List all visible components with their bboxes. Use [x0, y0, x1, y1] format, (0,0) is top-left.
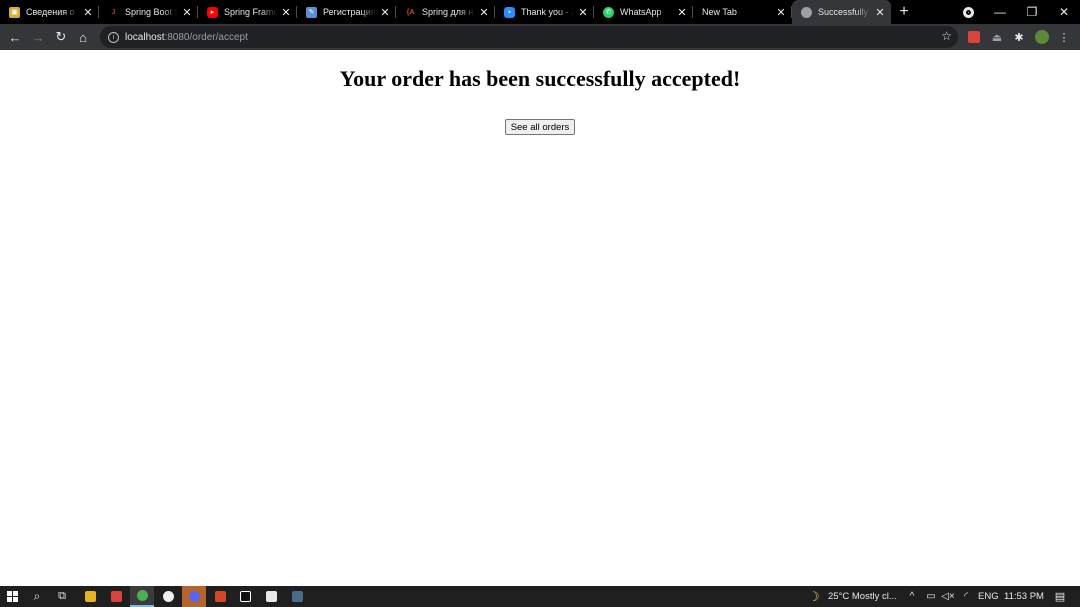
- tab-8[interactable]: New Tab ✕: [693, 0, 792, 24]
- youtube-icon: ▸: [207, 6, 218, 18]
- globe-icon: [801, 6, 812, 18]
- show-hidden-icons[interactable]: ^: [903, 586, 921, 607]
- search-icon[interactable]: ⌕: [25, 586, 49, 607]
- reload-icon[interactable]: ↻: [50, 26, 72, 48]
- task-view-icon[interactable]: ⧉: [50, 586, 74, 607]
- close-icon[interactable]: ✕: [873, 5, 887, 19]
- tab-title: Регистрация и: [323, 7, 376, 17]
- chrome-icon[interactable]: [130, 586, 154, 607]
- extension-red-icon[interactable]: [965, 28, 983, 46]
- tab-3[interactable]: ▸ Spring Framew ✕: [198, 0, 297, 24]
- language-indicator[interactable]: ENG: [978, 586, 999, 607]
- volume-muted-icon[interactable]: ◁×: [939, 586, 957, 607]
- browser-toolbar: ← → ↻ ⌂ i localhost :8080/order/accept ☆…: [0, 24, 1080, 50]
- url-path: :8080/order/accept: [164, 31, 248, 43]
- store-icon[interactable]: [259, 586, 283, 607]
- see-all-orders-button[interactable]: See all orders: [505, 119, 575, 135]
- url-host: localhost: [125, 31, 165, 43]
- close-icon[interactable]: ✕: [180, 5, 194, 19]
- app-image-icon[interactable]: [285, 586, 309, 607]
- forward-icon[interactable]: →: [27, 26, 49, 48]
- app-red-icon[interactable]: [104, 586, 128, 607]
- tab-title: Spring Boot S: [125, 7, 178, 17]
- windows-start-icon[interactable]: [0, 586, 24, 607]
- weather-moon-icon[interactable]: ☽: [802, 586, 826, 607]
- tab-1[interactable]: ▣ Сведения о за ✕: [0, 0, 99, 24]
- bookmark-star-icon[interactable]: ☆: [941, 29, 952, 43]
- tab-6[interactable]: ▪ Thank you - Zo ✕: [495, 0, 594, 24]
- page-content: Your order has been successfully accepte…: [0, 50, 1080, 586]
- profile-icon[interactable]: [952, 0, 984, 24]
- weather-text[interactable]: 25°C Mostly cl...: [828, 586, 897, 607]
- javarush-icon: J: [111, 8, 116, 16]
- new-tab-button[interactable]: +: [891, 0, 917, 24]
- extensions-puzzle-icon[interactable]: ✱: [1010, 28, 1028, 46]
- home-icon[interactable]: ⌂: [72, 26, 94, 48]
- powerpoint-icon[interactable]: [208, 586, 232, 607]
- tab-title: Successfully ac: [818, 7, 871, 17]
- extension-gray-icon[interactable]: ⏏: [988, 28, 1006, 46]
- restore-icon[interactable]: ❐: [1016, 0, 1048, 24]
- close-window-icon[interactable]: ✕: [1048, 0, 1080, 24]
- image-icon: ▣: [9, 6, 20, 18]
- notifications-icon[interactable]: ▤: [1048, 586, 1072, 607]
- tab-title: Сведения о за: [26, 7, 79, 17]
- page-title: Your order has been successfully accepte…: [339, 66, 741, 91]
- tab-strip: ▣ Сведения о за ✕ J Spring Boot S ✕ ▸ Sp…: [0, 0, 1080, 24]
- close-icon[interactable]: ✕: [675, 5, 689, 19]
- tab-5[interactable]: {A Spring для на ✕: [396, 0, 495, 24]
- close-icon[interactable]: ✕: [477, 5, 491, 19]
- whatsapp-icon: ✆: [603, 6, 614, 18]
- close-icon[interactable]: ✕: [279, 5, 293, 19]
- close-icon[interactable]: ✕: [378, 5, 392, 19]
- tab-title: Spring Framew: [224, 7, 277, 17]
- address-bar[interactable]: i localhost :8080/order/accept ☆: [100, 26, 958, 48]
- close-icon[interactable]: ✕: [81, 5, 95, 19]
- tab-title: Spring для на: [422, 7, 475, 17]
- tab-2[interactable]: J Spring Boot S ✕: [99, 0, 198, 24]
- menu-kebab-icon[interactable]: ⋮: [1055, 28, 1073, 46]
- taskbar: ⌕ ⧉ ☽ 25°C Mostly cl... ^ ▭ ◁× ◜ ENG 11:…: [0, 586, 1080, 607]
- file-explorer-icon[interactable]: [78, 586, 102, 607]
- tab-title: Thank you - Zo: [521, 7, 574, 17]
- feather-icon: ✎: [306, 6, 317, 18]
- tab-9-active[interactable]: Successfully ac ✕: [792, 0, 891, 24]
- minimize-icon[interactable]: —: [984, 0, 1016, 24]
- profile-avatar[interactable]: [1033, 28, 1051, 46]
- intellij-icon[interactable]: [233, 586, 257, 607]
- close-icon[interactable]: ✕: [774, 5, 788, 19]
- clock[interactable]: 11:53 PM: [1004, 586, 1044, 607]
- spring-icon: {A: [406, 8, 415, 16]
- wifi-icon[interactable]: ◜: [957, 586, 975, 607]
- back-icon[interactable]: ←: [4, 26, 26, 48]
- tab-title: New Tab: [702, 7, 737, 17]
- tab-4[interactable]: ✎ Регистрация и ✕: [297, 0, 396, 24]
- close-icon[interactable]: ✕: [576, 5, 590, 19]
- info-icon[interactable]: i: [108, 31, 119, 43]
- zoom-icon: ▪: [504, 6, 515, 18]
- tab-title: WhatsApp: [620, 7, 662, 17]
- battery-icon[interactable]: ▭: [922, 586, 940, 607]
- chrome-alt-icon[interactable]: [156, 586, 180, 607]
- discord-icon[interactable]: [182, 586, 206, 607]
- tab-7[interactable]: ✆ WhatsApp ✕: [594, 0, 693, 24]
